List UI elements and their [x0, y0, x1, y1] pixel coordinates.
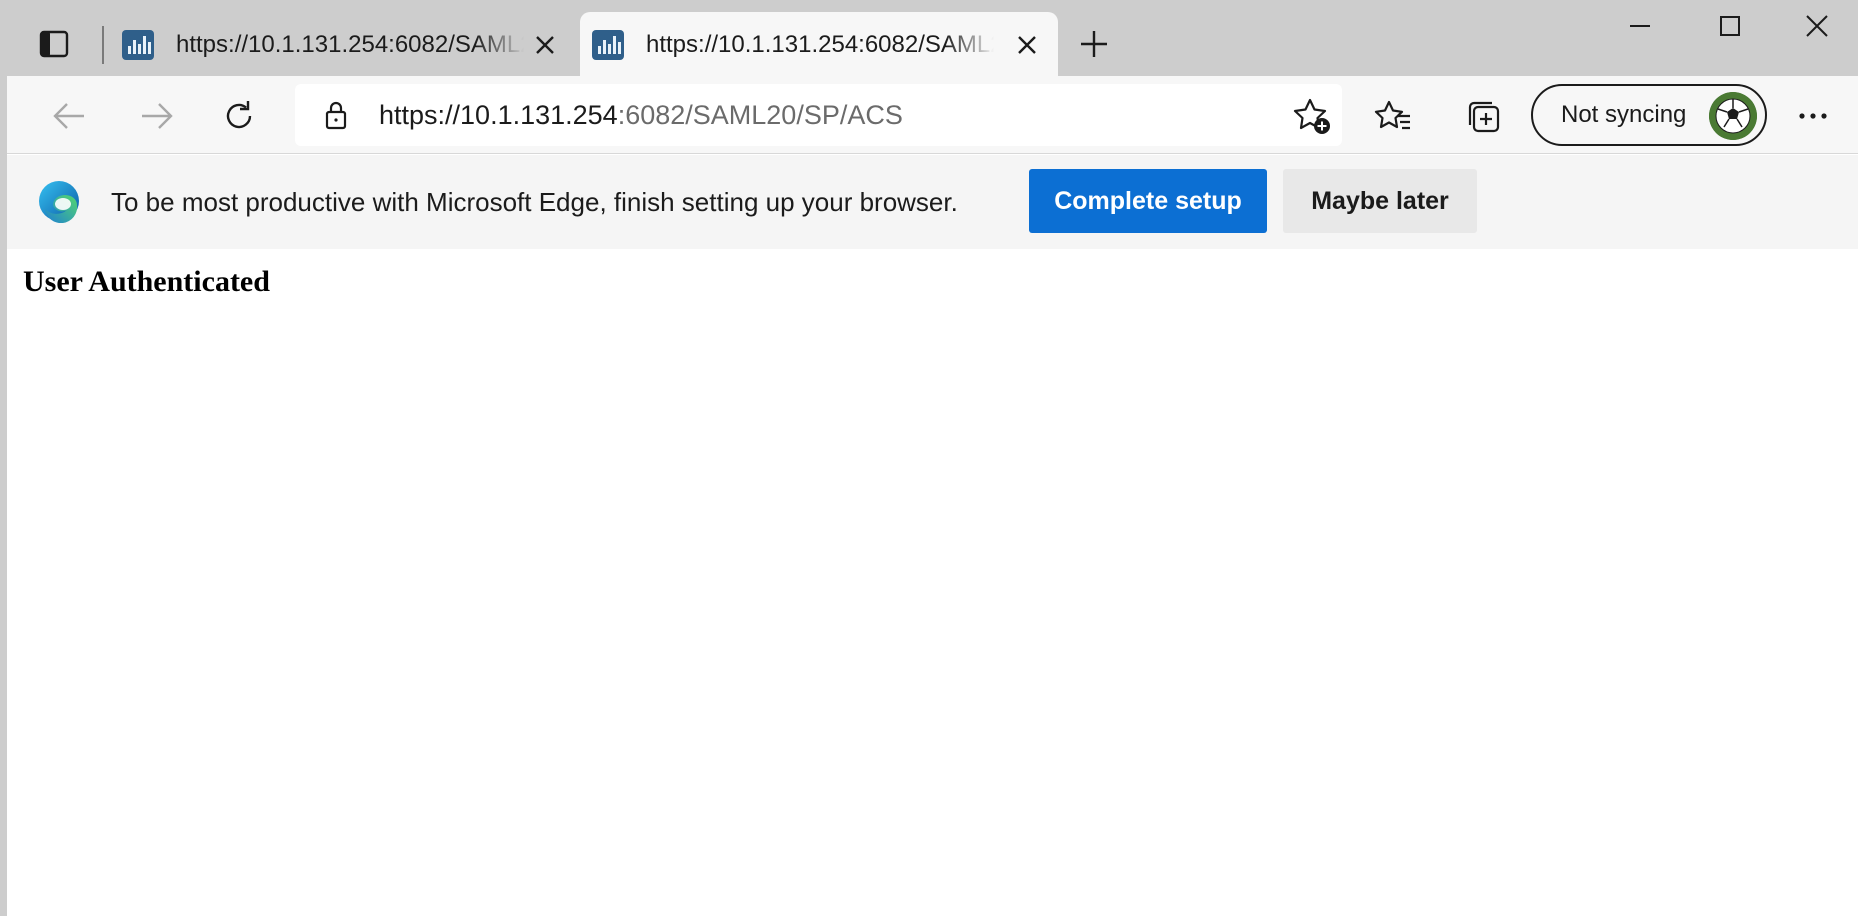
minimize-icon: [1630, 25, 1650, 27]
maybe-later-button[interactable]: Maybe later: [1283, 169, 1477, 233]
tab-close-button[interactable]: [1014, 32, 1040, 58]
more-icon: [1799, 113, 1827, 119]
forward-arrow-icon: [142, 103, 173, 129]
tab-close-button[interactable]: [532, 32, 558, 58]
favorites-icon: [1374, 100, 1410, 130]
tab-actions-icon: [39, 30, 69, 58]
url-path: :6082/SAML20/SP/ACS: [617, 100, 903, 130]
maximize-icon: [1720, 16, 1740, 36]
close-icon: [1018, 36, 1036, 54]
tab-actions-button[interactable]: [30, 24, 78, 64]
refresh-icon: [226, 101, 252, 129]
address-bar[interactable]: https://10.1.131.254:6082/SAML20/SP/ACS: [295, 84, 1342, 146]
site-favicon-icon: [122, 30, 154, 60]
page-content: User Authenticated: [7, 249, 1858, 916]
setup-infobar: To be most productive with Microsoft Edg…: [7, 155, 1858, 249]
complete-setup-button[interactable]: Complete setup: [1029, 169, 1267, 233]
favorites-button[interactable]: [1369, 92, 1417, 140]
refresh-button[interactable]: [215, 92, 263, 140]
forward-button[interactable]: [133, 92, 181, 140]
tab-strip: https://10.1.131.254:6082/SAML20/SP/ACS …: [0, 0, 1858, 916]
collections-icon: [1468, 101, 1500, 133]
tab-title: https://10.1.131.254:6082/SAML20/SP/ACS: [646, 31, 994, 58]
close-window-button[interactable]: [1776, 0, 1858, 52]
page-heading: User Authenticated: [23, 265, 270, 298]
maximize-button[interactable]: [1686, 0, 1774, 52]
url-host: https://10.1.131.254: [379, 100, 618, 130]
close-icon: [536, 36, 554, 54]
profile-sync-label: Not syncing: [1561, 101, 1687, 128]
soccer-ball-icon: [1709, 92, 1757, 140]
url-text[interactable]: https://10.1.131.254:6082/SAML20/SP/ACS: [379, 98, 903, 132]
collections-button[interactable]: [1459, 92, 1507, 140]
browser-toolbar: https://10.1.131.254:6082/SAML20/SP/ACS …: [7, 76, 1858, 154]
tab-active[interactable]: https://10.1.131.254:6082/SAML20/SP/ACS: [580, 12, 1058, 76]
back-button[interactable]: [45, 92, 93, 140]
tab-title: https://10.1.131.254:6082/SAML20/SP/ACS: [176, 31, 524, 58]
star-add-icon[interactable]: [1292, 96, 1332, 136]
infobar-message: To be most productive with Microsoft Edg…: [111, 187, 958, 217]
close-icon: [1806, 15, 1828, 37]
edge-logo-icon: [39, 181, 79, 223]
site-favicon-icon: [592, 30, 624, 60]
window-edge: [0, 0, 7, 916]
minimize-button[interactable]: [1596, 0, 1684, 52]
more-button[interactable]: [1789, 92, 1837, 140]
profile-button[interactable]: Not syncing: [1531, 84, 1767, 146]
avatar: [1709, 92, 1757, 140]
tab-inactive[interactable]: https://10.1.131.254:6082/SAML20/SP/ACS: [110, 12, 576, 76]
lock-icon[interactable]: [321, 100, 351, 130]
new-tab-button[interactable]: [1072, 22, 1116, 66]
back-arrow-icon: [53, 103, 84, 129]
tab-separator: [102, 26, 104, 64]
plus-icon: [1081, 31, 1107, 57]
